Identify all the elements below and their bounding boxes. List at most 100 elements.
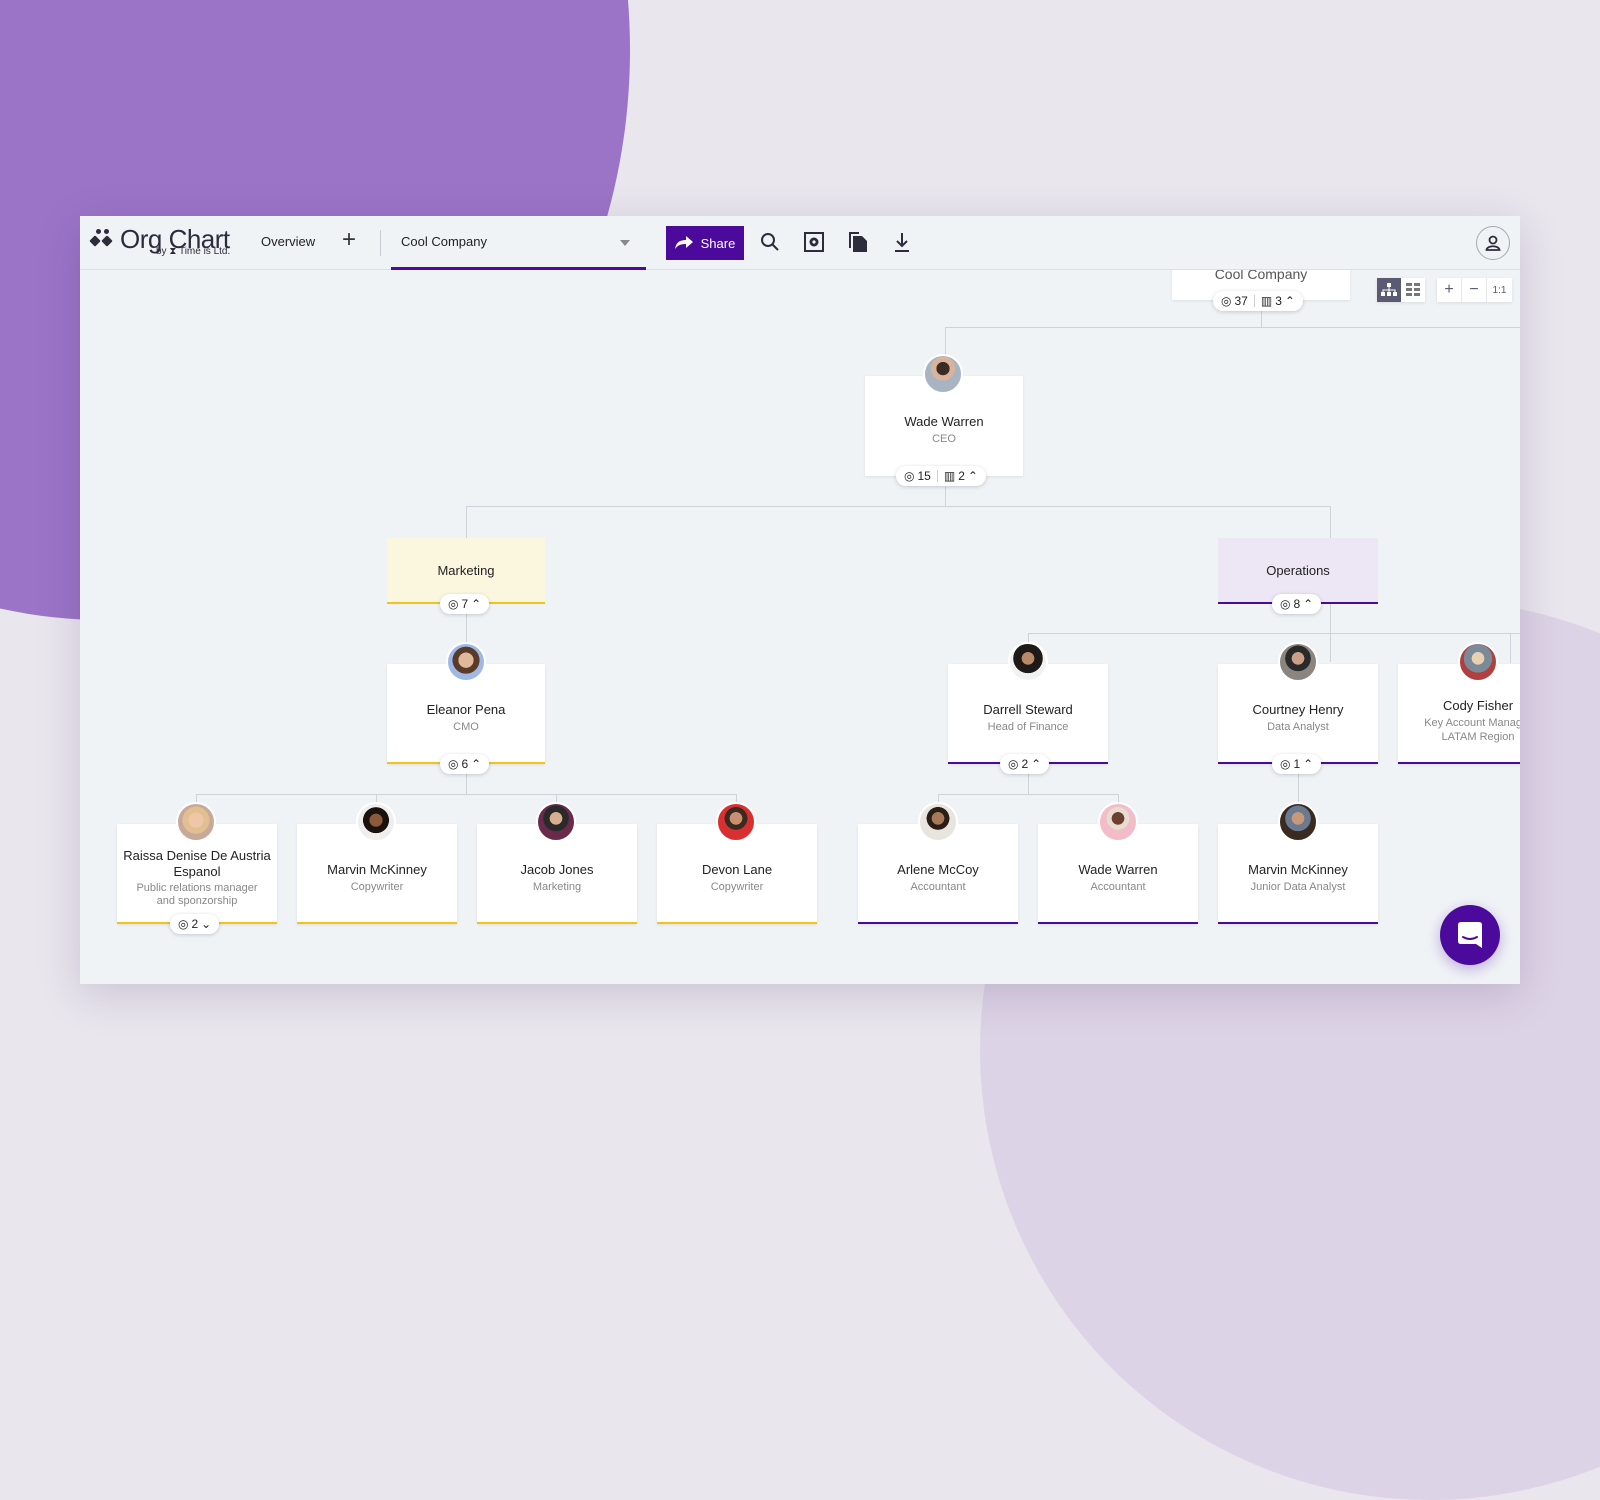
person-title: CEO [932,433,956,445]
divider [380,230,381,256]
person-title: Key Account Manager LATAM Region [1424,717,1520,743]
search-icon[interactable] [758,230,782,254]
share-button[interactable]: Share [666,226,744,260]
zoom-in-button[interactable]: + [1437,278,1462,302]
person-name: Marvin McKinney [1248,862,1348,877]
manager-card[interactable]: Cody Fisher Key Account Manager LATAM Re… [1398,664,1520,764]
person-icon: ◎ [448,757,459,771]
manager-badge[interactable]: ◎ 2 ⌃ [1000,754,1050,774]
person-title: CMO [453,721,479,733]
chevron-up-icon: ⌃ [471,757,482,771]
connector [196,794,736,795]
connector [945,327,1520,328]
person-title: Marketing [532,881,582,893]
org-tree-icon [1381,283,1397,296]
employee-badge[interactable]: ◎ 2 ⌄ [170,914,220,934]
manager-badge[interactable]: ◎ 1 ⌃ [1272,754,1322,774]
person-icon: ◎ [1280,597,1291,611]
department-badge[interactable]: ◎ 7 ⌃ [440,594,490,614]
person-title: Data Analyst [1267,721,1329,733]
person-icon: ◎ [178,917,189,931]
person-name: Cody Fisher [1442,698,1514,713]
root-badge[interactable]: ◎ 37 ▥ 3 ⌃ [1213,291,1303,311]
chevron-down-icon: ⌄ [201,917,212,931]
connector [945,327,946,357]
building-icon: ▥ [1260,294,1273,308]
caret-down-icon [620,240,630,246]
person-title: Junior Data Analyst [1250,881,1346,893]
department-name: Marketing [437,562,495,578]
chevron-up-icon: ⌃ [1031,757,1042,771]
chat-icon [1458,922,1482,948]
person-name: Wade Warren [904,414,984,429]
person-title: Accountant [1090,881,1146,893]
chat-support-button[interactable] [1440,905,1500,965]
person-icon: ◎ [448,597,459,611]
user-account-button[interactable] [1476,226,1510,260]
logo-icon [89,228,114,250]
org-chart-app: Cool Company ◎ 37 ▥ 3 ⌃ Org Chart by ⧗ Tim… [80,216,1520,984]
avatar [1008,642,1048,682]
connector [1330,506,1331,538]
connector [1028,633,1520,634]
avatar [716,802,756,842]
person-name: Jacob Jones [520,862,594,877]
user-icon [1485,235,1501,251]
copy-icon[interactable] [846,230,870,254]
share-arrow-icon [674,236,693,249]
person-title: Copywriter [710,881,764,893]
zoom-controls: + − 1:1 [1437,278,1512,302]
building-icon: ▥ [943,469,956,483]
company-select[interactable]: Cool Company [391,216,646,270]
department-name: Operations [1266,562,1330,578]
avatar [1458,642,1498,682]
download-icon[interactable] [890,230,914,254]
top-toolbar: Org Chart by ⧗ Time is Ltd. Overview + C… [80,216,1520,270]
connector [466,506,467,538]
chevron-up-icon: ⌃ [471,597,482,611]
person-name: Devon Lane [701,862,773,877]
brand-subtitle: by ⧗ Time is Ltd. [156,246,231,257]
avatar [1278,802,1318,842]
person-name: Wade Warren [1078,862,1158,877]
person-title: Copywriter [350,881,404,893]
tree-view-button[interactable] [1377,278,1401,302]
person-title: Head of Finance [987,721,1069,733]
avatar [446,642,486,682]
zoom-reset-button[interactable]: 1:1 [1487,278,1512,302]
avatar [176,802,216,842]
overview-tab[interactable]: Overview [261,234,315,249]
department-badge[interactable]: ◎ 8 ⌃ [1272,594,1322,614]
avatar [1278,642,1318,682]
manager-badge[interactable]: ◎ 6 ⌃ [440,754,490,774]
chevron-up-icon: ⌃ [967,469,978,483]
person-name: Darrell Steward [983,702,1073,717]
avatar [918,802,958,842]
chevron-up-icon: ⌃ [1303,757,1314,771]
company-select-value: Cool Company [401,234,487,249]
person-name: Arlene McCoy [897,862,979,877]
person-icon: ◎ [1008,757,1019,771]
person-icon: ◎ [1221,294,1232,308]
avatar [923,354,963,394]
avatar [1098,802,1138,842]
grid-icon [1406,283,1420,296]
chevron-up-icon: ⌃ [1284,294,1295,308]
person-icon: ◎ [904,469,915,483]
person-title: Accountant [910,881,966,893]
grid-view-button[interactable] [1401,278,1425,302]
connector [466,506,1330,507]
person-name: Courtney Henry [1252,702,1344,717]
connector [938,794,1118,795]
settings-icon[interactable] [802,230,826,254]
person-title: Public relations manager and sponzorship [136,882,258,907]
add-tab-button[interactable]: + [342,228,356,252]
zoom-out-button[interactable]: − [1462,278,1487,302]
person-name: Raissa Denise De Austria Espanol [123,848,271,879]
ceo-badge[interactable]: ◎ 15 ▥ 2 ⌃ [896,466,986,486]
person-name: Marvin McKinney [327,862,427,877]
avatar [536,802,576,842]
person-name: Eleanor Pena [426,702,506,717]
chevron-up-icon: ⌃ [1303,597,1314,611]
connector [1510,633,1511,663]
